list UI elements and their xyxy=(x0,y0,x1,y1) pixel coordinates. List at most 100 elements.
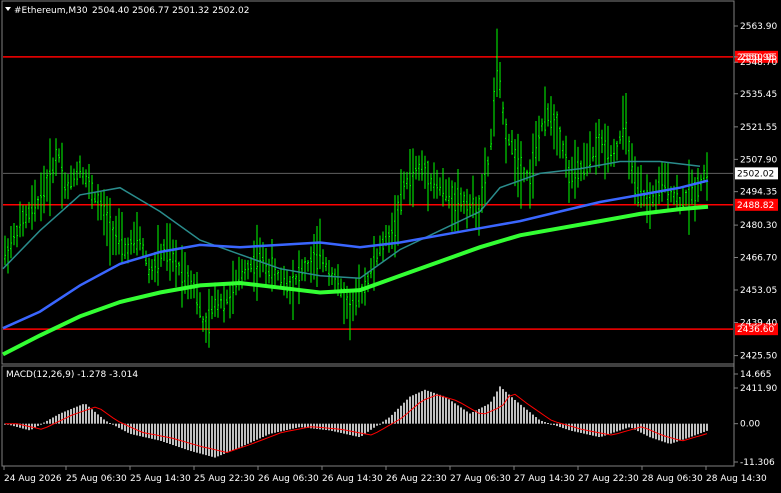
macd-bar xyxy=(100,416,102,424)
time-tick-label: 26 Aug 06:30 xyxy=(258,474,319,484)
price-tick-label: 2507.90 xyxy=(740,155,777,165)
time-tick-label: 26 Aug 22:30 xyxy=(386,474,447,484)
macd-bar xyxy=(613,423,615,433)
macd-bar xyxy=(682,423,684,440)
macd-bar xyxy=(643,423,645,435)
macd-bar xyxy=(526,409,528,424)
macd-bar xyxy=(229,423,231,452)
macd-bar xyxy=(142,423,144,437)
macd-bar xyxy=(232,423,234,451)
macd-bar xyxy=(568,423,570,431)
chart-canvas[interactable]: 2550.952488.822436.602502.02 14.6650.00-… xyxy=(0,0,781,489)
macd-bar xyxy=(328,423,330,431)
macd-bar xyxy=(169,423,171,445)
price-bars xyxy=(4,28,708,348)
macd-bar xyxy=(592,423,594,436)
macd-frame xyxy=(1,365,735,467)
macd-bar xyxy=(427,390,429,424)
macd-bar xyxy=(628,423,630,428)
macd-bar xyxy=(235,423,237,450)
time-tick-label: 25 Aug 06:30 xyxy=(66,474,127,484)
macd-bar xyxy=(58,414,60,424)
macd-bar xyxy=(208,423,210,456)
macd-bar xyxy=(289,423,291,430)
macd-bar xyxy=(325,423,327,431)
macd-bar xyxy=(673,423,675,443)
macd-bar xyxy=(619,423,621,431)
macd-bar xyxy=(580,423,582,433)
macd-bar xyxy=(238,423,240,448)
macd-bar xyxy=(298,423,300,428)
macd-bar xyxy=(382,421,384,424)
macd-bar xyxy=(385,419,387,424)
macd-bar xyxy=(442,395,444,424)
macd-bar xyxy=(697,423,699,435)
macd-bar xyxy=(376,423,378,426)
price-tick-label: 2425.50 xyxy=(740,352,777,362)
macd-bar xyxy=(262,423,264,438)
macd-bar xyxy=(79,405,81,424)
macd-bar xyxy=(373,423,375,428)
macd-bar xyxy=(160,423,162,441)
macd-bar xyxy=(469,413,471,424)
macd-bar xyxy=(322,423,324,430)
macd-bar xyxy=(295,423,297,428)
macd-bar xyxy=(286,423,288,431)
macd-bar xyxy=(202,423,204,455)
symbol-label: #Ethereum,M30 xyxy=(14,6,88,16)
macd-bar xyxy=(511,397,513,424)
macd-bar xyxy=(586,423,588,435)
macd-bar xyxy=(703,423,705,432)
macd-bar xyxy=(505,391,507,424)
macd-bar xyxy=(463,409,465,424)
macd-bar xyxy=(40,423,42,425)
macd-bar xyxy=(379,423,381,425)
macd-bar xyxy=(163,423,165,442)
macd-bar xyxy=(583,423,585,434)
macd-bar xyxy=(61,412,63,424)
macd-bar xyxy=(172,423,174,446)
macd-bar xyxy=(706,423,708,431)
macd-bar xyxy=(274,423,276,433)
macd-bar xyxy=(400,405,402,424)
macd-bar xyxy=(343,423,345,434)
macd-bar xyxy=(43,422,45,424)
macd-bar xyxy=(601,423,603,437)
macd-bar xyxy=(52,417,54,424)
collapse-arrow-icon[interactable] xyxy=(5,7,11,11)
macd-bar xyxy=(646,423,648,436)
macd-bar xyxy=(256,423,258,440)
macd-bar xyxy=(82,404,84,424)
macd-bar xyxy=(538,419,540,424)
macd-bar xyxy=(22,423,24,429)
macd-bar xyxy=(544,421,546,424)
macd-bar xyxy=(439,394,441,424)
macd-bar xyxy=(685,423,687,439)
macd-bar xyxy=(187,423,189,451)
macd-bar xyxy=(178,423,180,448)
macd-bar xyxy=(466,411,468,424)
price-tick-label: 2411.90 xyxy=(740,384,777,394)
macd-title: MACD(12,26,9) -1.278 -3.014 xyxy=(6,370,138,380)
trading-chart-window[interactable]: 2550.95 2488.82 2436.60 2502.02 14.665 0.00-… xyxy=(0,0,781,489)
macd-bar xyxy=(217,423,219,457)
time-tick-label: 25 Aug 14:30 xyxy=(130,474,191,484)
ohlc-readout: 2504.40 2506.77 2501.32 2502.02 xyxy=(92,6,249,16)
macd-bar xyxy=(247,423,249,444)
macd-bar xyxy=(424,389,426,424)
price-tick-label: 2548.70 xyxy=(740,58,777,68)
macd-bar xyxy=(691,423,693,437)
macd-bar xyxy=(508,394,510,424)
macd-bar xyxy=(520,404,522,424)
time-axis: 24 Aug 2026 25 Aug 06:30 25 Aug 14:30 25 Au… xyxy=(3,466,767,484)
time-tick-label: 25 Aug 22:30 xyxy=(194,474,255,484)
macd-bar xyxy=(103,419,105,424)
macd-bar xyxy=(226,423,228,453)
macd-bar xyxy=(517,402,519,424)
macd-bar xyxy=(406,399,408,424)
macd-bar xyxy=(277,423,279,433)
macd-bar xyxy=(115,423,117,427)
macd-bar xyxy=(49,419,51,424)
moving-averages xyxy=(2,160,709,357)
macd-bar xyxy=(478,408,480,424)
